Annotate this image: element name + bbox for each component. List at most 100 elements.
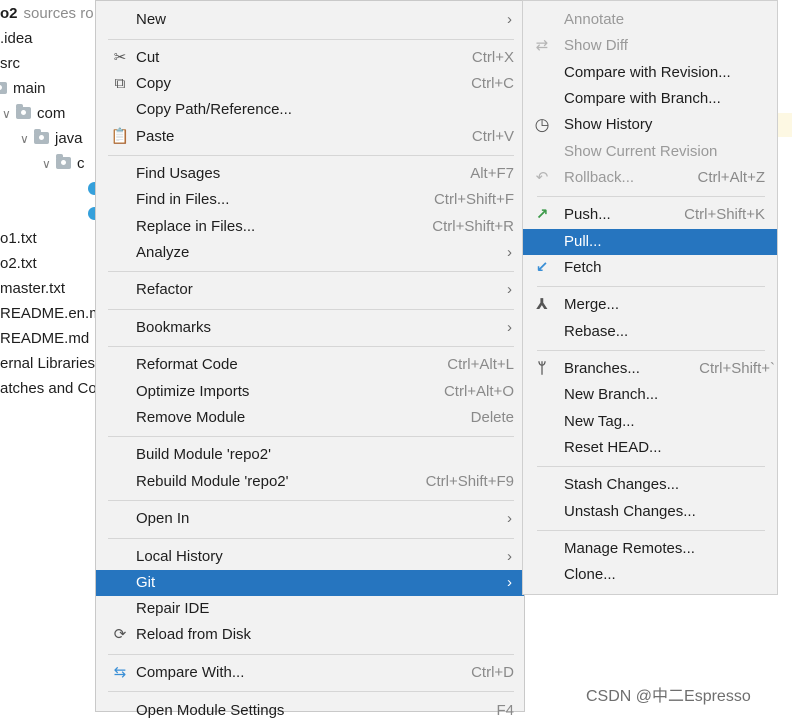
menu-item-label: Cut: [136, 49, 160, 66]
tree-row-file[interactable]: o2.txt: [0, 251, 37, 276]
menu-item-analyze[interactable]: Analyze ›: [96, 240, 524, 266]
tree-label: java: [55, 130, 83, 147]
shortcut: Ctrl+Shift+K: [684, 206, 765, 223]
chevron-down-icon[interactable]: ∨: [2, 102, 16, 127]
menu-item-label: Open In: [136, 510, 190, 527]
git-item-branches[interactable]: ᛘ Branches... Ctrl+Shift+`: [523, 356, 777, 382]
shortcut: Alt+F7: [470, 165, 514, 182]
chevron-right-icon: ›: [507, 510, 512, 527]
tree-label: o2.txt: [0, 255, 37, 272]
editor-highlight: [776, 113, 792, 137]
menu-item-paste[interactable]: 📋 Paste Ctrl+V: [96, 124, 524, 150]
tree-row-main[interactable]: main: [0, 76, 46, 101]
tree-row-src[interactable]: src: [0, 51, 20, 76]
project-hint: sources ro: [23, 5, 94, 22]
menu-item-copy-path[interactable]: Copy Path/Reference...: [96, 97, 524, 123]
git-item-show-current-revision[interactable]: Show Current Revision: [523, 139, 777, 165]
menu-item-open-module-settings[interactable]: Open Module Settings F4: [96, 698, 524, 724]
git-item-rebase[interactable]: Rebase...: [523, 319, 777, 345]
menu-item-reformat-code[interactable]: Reformat Code Ctrl+Alt+L: [96, 352, 524, 378]
git-item-stash[interactable]: Stash Changes...: [523, 472, 777, 498]
git-item-rollback[interactable]: ↶ Rollback... Ctrl+Alt+Z: [523, 165, 777, 191]
tree-row-file[interactable]: o1.txt: [0, 226, 37, 251]
chevron-right-icon: ›: [507, 548, 512, 565]
menu-item-bookmarks[interactable]: Bookmarks ›: [96, 315, 524, 341]
tree-label: README.en.m: [0, 305, 102, 322]
git-item-pull[interactable]: Pull...: [523, 229, 777, 255]
menu-item-repair-ide[interactable]: Repair IDE: [96, 596, 524, 622]
menu-item-label: Repair IDE: [136, 600, 210, 617]
tree-row-idea[interactable]: .idea: [0, 26, 33, 51]
menu-item-build-module[interactable]: Build Module 'repo2': [96, 442, 524, 468]
shortcut: Ctrl+X: [471, 49, 514, 66]
menu-item-label: Refactor: [136, 281, 193, 298]
chevron-down-icon[interactable]: ∨: [20, 127, 34, 152]
menu-item-find-usages[interactable]: Find Usages Alt+F7: [96, 161, 524, 187]
tree-row-file[interactable]: README.md: [0, 326, 89, 351]
menu-item-label: Branches...: [564, 360, 640, 377]
menu-item-cut[interactable]: ✂ Cut Ctrl+X: [96, 45, 524, 71]
git-item-show-history[interactable]: ◷ Show History: [523, 112, 777, 138]
git-item-reset-head[interactable]: Reset HEAD...: [523, 435, 777, 461]
separator: [108, 39, 514, 40]
git-item-fetch[interactable]: ↙ Fetch: [523, 255, 777, 281]
tree-row-file[interactable]: master.txt: [0, 276, 65, 301]
menu-item-compare-with[interactable]: ⇆ Compare With... Ctrl+D: [96, 660, 524, 686]
git-item-show-diff[interactable]: ⇄ Show Diff: [523, 33, 777, 59]
menu-item-refactor[interactable]: Refactor ›: [96, 277, 524, 303]
git-item-compare-branch[interactable]: Compare with Branch...: [523, 86, 777, 112]
tree-label: src: [0, 55, 20, 72]
tree-row-scratches[interactable]: atches and Co: [0, 376, 97, 401]
git-item-compare-revision[interactable]: Compare with Revision...: [523, 60, 777, 86]
menu-item-local-history[interactable]: Local History ›: [96, 544, 524, 570]
git-item-new-branch[interactable]: New Branch...: [523, 382, 777, 408]
git-item-merge[interactable]: ⅄ Merge...: [523, 292, 777, 318]
menu-item-label: Annotate: [564, 11, 625, 28]
menu-item-label: Compare with Branch...: [564, 90, 721, 107]
menu-item-copy[interactable]: ⧉ Copy Ctrl+C: [96, 71, 524, 97]
clock-icon: ◷: [534, 115, 550, 134]
menu-item-find-in-files[interactable]: Find in Files... Ctrl+Shift+F: [96, 187, 524, 213]
menu-item-label: New: [136, 11, 167, 28]
menu-item-label: Find in Files...: [136, 191, 230, 208]
git-item-manage-remotes[interactable]: Manage Remotes...: [523, 536, 777, 562]
menu-item-reload-from-disk[interactable]: ⟳ Reload from Disk: [96, 622, 524, 648]
tree-row-file[interactable]: README.en.m: [0, 301, 102, 326]
tree-row-com[interactable]: ∨ com: [2, 101, 65, 126]
menu-item-label: Analyze: [136, 244, 190, 261]
separator: [108, 155, 514, 156]
menu-item-label: Copy: [136, 75, 172, 92]
menu-item-label: Show Current Revision: [564, 143, 718, 160]
menu-item-label: Compare With...: [136, 664, 245, 681]
tree-row-external-libraries[interactable]: ernal Libraries: [0, 351, 95, 376]
menu-item-optimize-imports[interactable]: Optimize Imports Ctrl+Alt+O: [96, 379, 524, 405]
separator: [108, 654, 514, 655]
menu-item-new[interactable]: New ›: [96, 7, 524, 33]
menu-item-replace-in-files[interactable]: Replace in Files... Ctrl+Shift+R: [96, 214, 524, 240]
tree-label: atches and Co: [0, 380, 97, 397]
tree-label: README.md: [0, 330, 90, 347]
chevron-down-icon[interactable]: ∨: [42, 152, 56, 177]
menu-item-rebuild-module[interactable]: Rebuild Module 'repo2' Ctrl+Shift+F9: [96, 469, 524, 495]
git-item-unstash[interactable]: Unstash Changes...: [523, 499, 777, 525]
separator: [537, 286, 765, 287]
shortcut: Ctrl+Alt+O: [443, 383, 514, 400]
shortcut: F4: [496, 702, 514, 719]
tree-label: ernal Libraries: [0, 355, 96, 372]
folder-icon: [34, 129, 49, 144]
tree-row-package[interactable]: ∨ c: [42, 151, 85, 176]
menu-item-git[interactable]: Git ›: [96, 570, 524, 596]
menu-item-remove-module[interactable]: Remove Module Delete: [96, 405, 524, 431]
menu-item-open-in[interactable]: Open In ›: [96, 506, 524, 532]
git-item-push[interactable]: ↗ Push... Ctrl+Shift+K: [523, 202, 777, 228]
tree-row-java[interactable]: ∨ java: [20, 126, 83, 151]
shortcut: Ctrl+Shift+F: [433, 191, 514, 208]
separator: [537, 530, 765, 531]
fetch-arrow-icon: ↙: [535, 259, 549, 276]
git-item-new-tag[interactable]: New Tag...: [523, 409, 777, 435]
project-root-row[interactable]: o2 sources ro: [0, 1, 94, 26]
menu-item-label: Local History: [136, 548, 223, 565]
git-item-clone[interactable]: Clone...: [523, 562, 777, 588]
git-item-annotate[interactable]: Annotate: [523, 7, 777, 33]
menu-item-label: Bookmarks: [136, 319, 212, 336]
